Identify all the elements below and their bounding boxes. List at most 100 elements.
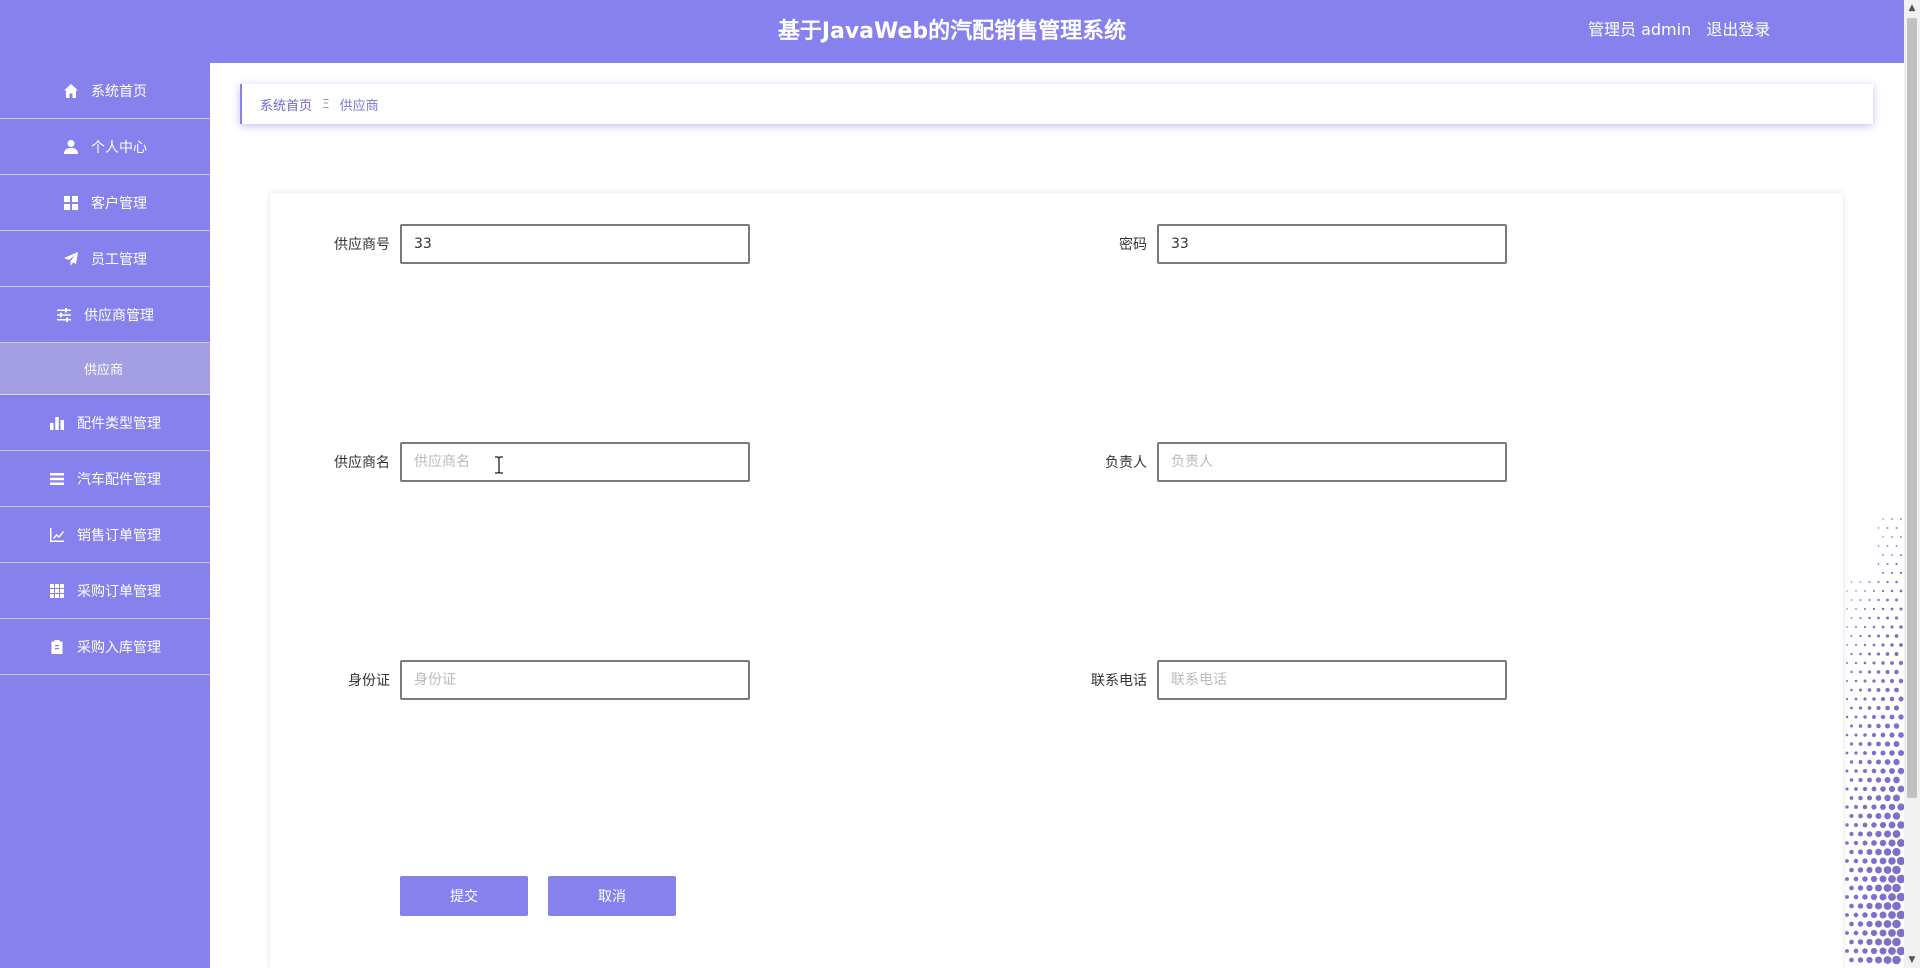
decorative-dot <box>1849 831 1854 837</box>
decorative-dot <box>1850 581 1853 583</box>
decorative-dot <box>1900 554 1902 556</box>
breadcrumb-separator: Ξ <box>322 97 330 111</box>
id-card-input[interactable] <box>400 660 750 700</box>
decorative-dot <box>1846 626 1848 628</box>
decorative-dot <box>1845 733 1849 737</box>
decorative-dot <box>1845 697 1849 701</box>
decorative-dot <box>1870 857 1878 865</box>
decorative-dot <box>1888 911 1896 919</box>
decorative-dot <box>1881 661 1885 665</box>
contact-person-input[interactable] <box>1157 442 1507 482</box>
sidebar-item-part-types[interactable]: 配件类型管理 <box>0 395 210 451</box>
decorative-dot <box>1866 884 1873 892</box>
decorative-dot <box>1894 669 1899 675</box>
password-input[interactable] <box>1157 224 1507 264</box>
decorative-dot <box>1862 912 1868 918</box>
decorative-dot <box>1866 813 1873 819</box>
decorative-dot <box>1858 706 1863 710</box>
decorative-dot <box>1886 598 1889 602</box>
decorative-dot <box>1876 688 1881 692</box>
decorative-dot <box>1853 858 1859 864</box>
decorative-dot <box>1880 804 1886 810</box>
decorative-dot <box>1863 715 1867 719</box>
decorative-dot <box>1858 813 1863 819</box>
submit-button[interactable]: 提交 <box>400 876 528 916</box>
decorative-dot <box>1855 608 1857 610</box>
decorative-dot <box>1854 769 1858 773</box>
decorative-dot <box>1899 625 1903 629</box>
decorative-dot <box>1859 599 1862 601</box>
decorative-dot <box>1849 814 1854 818</box>
decorative-dot <box>1854 787 1858 791</box>
decorative-dot <box>1850 652 1853 656</box>
decorative-dot <box>1853 822 1859 828</box>
decorative-dot <box>1866 795 1873 801</box>
sidebar-item-auto-parts[interactable]: 汽车配件管理 <box>0 451 210 507</box>
sidebar-item-customers[interactable]: 客户管理 <box>0 175 210 231</box>
decorative-dot <box>1881 589 1885 593</box>
supplier-name-label: 供应商名 <box>334 455 390 471</box>
decorative-dot <box>1854 805 1858 809</box>
decorative-dot <box>1846 662 1848 664</box>
scroll-down-arrow-icon[interactable]: ▼ <box>1904 952 1920 968</box>
decorative-dot <box>1895 562 1898 566</box>
decorative-dot <box>1858 795 1863 801</box>
decorative-dot <box>1871 804 1877 810</box>
decorative-dot <box>1866 849 1873 855</box>
decorative-dot <box>1863 751 1867 755</box>
scrollbar-thumb[interactable] <box>1907 18 1917 798</box>
decorative-dot <box>1892 883 1901 893</box>
scroll-up-arrow-icon[interactable]: ▲ <box>1904 0 1920 16</box>
cancel-button[interactable]: 取消 <box>548 876 676 916</box>
phone-input[interactable] <box>1157 660 1507 700</box>
decorative-dot <box>1896 892 1904 902</box>
decorative-dot <box>1863 679 1867 683</box>
contact-person-label: 负责人 <box>1105 455 1147 471</box>
decorative-dot <box>1854 715 1858 719</box>
sidebar: 系统首页 个人中心 客户管理 员工管理 供应商管理 供应商 配件类型管理 汽车配… <box>0 63 210 968</box>
logout-link[interactable]: 退出登录 <box>1706 20 1770 39</box>
decorative-dot <box>1880 696 1886 702</box>
decorative-dot <box>1845 715 1849 719</box>
submenu-item-supplier[interactable]: 供应商 <box>0 343 210 395</box>
line-chart-icon <box>49 527 65 543</box>
decorative-dot <box>1845 769 1849 773</box>
sidebar-item-suppliers[interactable]: 供应商管理 <box>0 287 210 343</box>
decorative-dot <box>1845 805 1849 809</box>
decorative-dot <box>1862 786 1868 792</box>
decorative-dot <box>1866 831 1873 837</box>
decorative-dot <box>1879 947 1887 955</box>
sidebar-item-sales-orders[interactable]: 销售订单管理 <box>0 507 210 563</box>
decorative-dot <box>1889 696 1895 702</box>
sidebar-item-purchase-orders[interactable]: 采购订单管理 <box>0 563 210 619</box>
header-user-area: 管理员 admin 退出登录 <box>1588 0 1780 63</box>
decorative-dot <box>1871 768 1877 774</box>
decorative-dot <box>1894 651 1899 657</box>
decorative-dot <box>1883 938 1892 946</box>
decorative-dot <box>1875 848 1882 856</box>
decorative-dot <box>1866 956 1873 964</box>
decorative-dot <box>1857 921 1864 927</box>
decorative-dot <box>1863 697 1867 701</box>
decorative-dot <box>1886 616 1889 620</box>
decorative-dot <box>1884 741 1891 747</box>
page-scrollbar[interactable]: ▲ ▼ <box>1904 0 1920 968</box>
grid-icon <box>63 195 79 211</box>
decorative-dot <box>1879 911 1887 919</box>
decorative-dot <box>1899 571 1903 575</box>
sidebar-item-profile[interactable]: 个人中心 <box>0 119 210 175</box>
decorative-dot <box>1890 571 1894 575</box>
breadcrumb-home-link[interactable]: 系统首页 <box>260 95 312 114</box>
decorative-dot <box>1866 938 1873 946</box>
sidebar-item-purchase-inbound[interactable]: 采购入库管理 <box>0 619 210 675</box>
supplier-no-input[interactable] <box>400 224 750 264</box>
decorative-dot <box>1870 929 1878 937</box>
supplier-name-input[interactable] <box>400 442 750 482</box>
decorative-dot <box>1857 903 1864 909</box>
sidebar-item-employees[interactable]: 员工管理 <box>0 231 210 287</box>
decorative-dot <box>1892 955 1901 965</box>
decorative-dot <box>1877 563 1880 565</box>
decorative-dot <box>1894 634 1899 638</box>
decorative-dot <box>1862 840 1868 846</box>
sidebar-item-home[interactable]: 系统首页 <box>0 63 210 119</box>
